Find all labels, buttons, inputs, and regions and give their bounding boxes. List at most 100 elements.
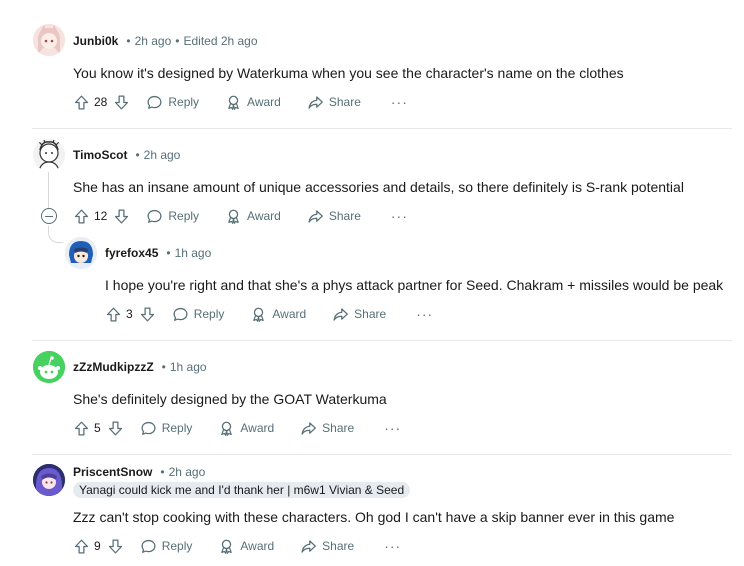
comment-meta: TimoScot • 2h ago [73, 148, 180, 162]
award-icon [250, 306, 267, 323]
downvote-icon [113, 208, 130, 225]
comment-text: Zzz can't stop cooking with these charac… [73, 509, 675, 525]
timestamp: 2h ago [134, 34, 172, 48]
award-label: Award [240, 421, 275, 435]
vote-count: 5 [94, 421, 101, 435]
award-label: Award [240, 539, 275, 553]
username-link[interactable]: fyrefox45 [105, 246, 158, 260]
downvote-button[interactable] [113, 94, 130, 111]
vote-count: 12 [94, 209, 108, 223]
thread-line-branch [48, 226, 63, 243]
reply-label: Reply [168, 95, 200, 109]
collapse-thread-button[interactable] [41, 208, 57, 224]
separator: • [126, 34, 131, 48]
share-button[interactable]: Share [307, 94, 361, 111]
avatar[interactable] [65, 237, 97, 269]
comment-meta: PriscentSnow • 2h ago [73, 465, 205, 479]
timestamp: 2h ago [143, 148, 181, 162]
downvote-icon [139, 306, 156, 323]
award-icon [218, 420, 235, 437]
reply-label: Reply [168, 209, 200, 223]
share-label: Share [354, 307, 387, 321]
upvote-icon [73, 538, 90, 555]
comment-actions: 5 Reply Award Share ··· [73, 418, 401, 438]
reply-label: Reply [161, 539, 193, 553]
avatar[interactable] [33, 351, 65, 383]
comment-bubble-icon [146, 208, 163, 225]
more-options-button[interactable]: ··· [384, 538, 401, 554]
more-options-button[interactable]: ··· [391, 94, 408, 110]
reply-button[interactable]: Reply [140, 420, 193, 437]
comment-meta: fyrefox45 • 1h ago [105, 246, 211, 260]
comment-bubble-icon [140, 420, 157, 437]
comment-meta: Junbi0k • 2h ago • Edited 2h ago [73, 34, 258, 48]
separator: • [160, 465, 165, 479]
username-link[interactable]: PriscentSnow [73, 465, 152, 479]
username-link[interactable]: zZzMudkipzzZ [73, 360, 154, 374]
reply-label: Reply [161, 421, 193, 435]
share-icon [307, 208, 324, 225]
thread-line [48, 172, 49, 208]
award-button[interactable]: Award [225, 208, 281, 225]
comment-bubble-icon [146, 94, 163, 111]
award-icon [218, 538, 235, 555]
downvote-button[interactable] [113, 208, 130, 225]
username-link[interactable]: Junbi0k [73, 34, 118, 48]
comment-meta: zZzMudkipzzZ • 1h ago [73, 360, 207, 374]
separator: • [161, 360, 166, 374]
reply-button[interactable]: Reply [146, 208, 199, 225]
share-button[interactable]: Share [307, 208, 361, 225]
share-icon [300, 420, 317, 437]
separator: • [166, 246, 171, 260]
award-icon [225, 208, 242, 225]
upvote-icon [73, 420, 90, 437]
award-button[interactable]: Award [250, 306, 306, 323]
avatar[interactable] [33, 464, 65, 496]
award-button[interactable]: Award [218, 538, 274, 555]
timestamp: 2h ago [168, 465, 206, 479]
award-label: Award [247, 95, 281, 109]
reply-button[interactable]: Reply [172, 306, 225, 323]
avatar[interactable] [33, 24, 65, 56]
comment-actions: 12 Reply Award Share ··· [73, 206, 408, 226]
award-label: Award [247, 209, 281, 223]
vote-count: 28 [94, 95, 108, 109]
downvote-button[interactable] [107, 538, 124, 555]
upvote-icon [105, 306, 122, 323]
share-button[interactable]: Share [300, 420, 354, 437]
divider [32, 128, 732, 129]
downvote-icon [113, 94, 130, 111]
user-flair: Yanagi could kick me and I'd thank her |… [73, 482, 411, 498]
downvote-icon [107, 538, 124, 555]
reply-button[interactable]: Reply [146, 94, 199, 111]
avatar[interactable] [33, 139, 65, 171]
comment-text: She's definitely designed by the GOAT Wa… [73, 391, 387, 407]
timestamp: 1h ago [169, 360, 207, 374]
share-button[interactable]: Share [332, 306, 386, 323]
downvote-button[interactable] [107, 420, 124, 437]
share-label: Share [322, 421, 355, 435]
upvote-button[interactable] [73, 94, 90, 111]
upvote-button[interactable] [73, 208, 90, 225]
more-options-button[interactable]: ··· [416, 306, 433, 322]
award-button[interactable]: Award [218, 420, 274, 437]
upvote-button[interactable] [73, 538, 90, 555]
share-icon [300, 538, 317, 555]
more-options-button[interactable]: ··· [391, 208, 408, 224]
reply-label: Reply [193, 307, 225, 321]
share-button[interactable]: Share [300, 538, 354, 555]
separator: • [175, 34, 180, 48]
award-button[interactable]: Award [225, 94, 281, 111]
more-options-button[interactable]: ··· [384, 420, 401, 436]
comment-text: She has an insane amount of unique acces… [73, 179, 684, 195]
share-icon [332, 306, 349, 323]
reply-button[interactable]: Reply [140, 538, 193, 555]
username-link[interactable]: TimoScot [73, 148, 127, 162]
timestamp: 1h ago [174, 246, 212, 260]
comment-text: You know it's designed by Waterkuma when… [73, 65, 624, 81]
downvote-button[interactable] [139, 306, 156, 323]
share-label: Share [328, 95, 361, 109]
upvote-button[interactable] [105, 306, 122, 323]
upvote-button[interactable] [73, 420, 90, 437]
comment-bubble-icon [172, 306, 189, 323]
